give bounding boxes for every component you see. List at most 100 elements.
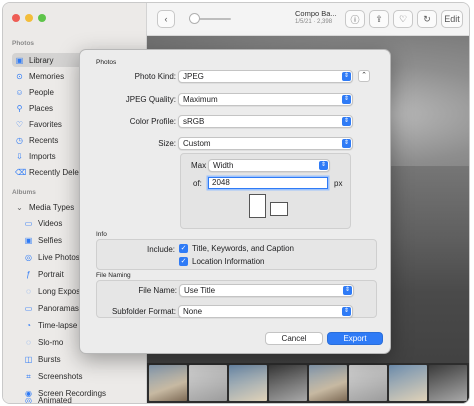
sidebar-item-animated[interactable]: ◎ Animated: [21, 395, 142, 404]
thumbnail[interactable]: [429, 365, 467, 401]
info-button[interactable]: ⓘ: [345, 10, 365, 28]
heart-icon: ♡: [398, 13, 408, 24]
subfolder-format-label: Subfolder Format:: [111, 307, 176, 316]
jpeg-quality-select[interactable]: Maximum ⇕: [178, 93, 353, 106]
photo-kind-label: Photo Kind:: [134, 72, 176, 81]
chevron-updown-icon: ⇕: [342, 139, 351, 148]
burst-icon: ◫: [24, 354, 33, 364]
heart-icon: ♡: [15, 119, 24, 129]
close-window-button[interactable]: [12, 14, 20, 22]
zoom-window-button[interactable]: [38, 14, 46, 22]
zoom-slider-knob[interactable]: [189, 13, 200, 24]
file-name-value: Use Title: [184, 286, 216, 295]
info-icon: ⓘ: [350, 14, 360, 25]
cancel-button[interactable]: Cancel: [265, 332, 323, 345]
chevron-updown-icon: ⇕: [342, 117, 351, 126]
sidebar-item-label: Places: [29, 103, 54, 113]
chevron-up-icon: ⌃: [361, 72, 367, 79]
sidebar-item-label: Panoramas: [38, 303, 79, 313]
thumbnail-strip: [147, 363, 469, 403]
thumbnail[interactable]: [309, 365, 347, 401]
sidebar-item-label: Videos: [38, 218, 63, 228]
max-dimension-value: Width: [213, 161, 234, 170]
import-icon: ⇩: [16, 151, 23, 161]
back-button[interactable]: ‹: [157, 10, 175, 28]
sidebar-item-label: Recents: [29, 135, 59, 145]
checkmark-icon: ✓: [179, 257, 188, 266]
video-icon: ▭: [24, 218, 33, 228]
thumbnail[interactable]: [149, 365, 187, 401]
export-button[interactable]: Export: [327, 332, 383, 345]
sidebar-item-label: People: [29, 87, 54, 97]
thumbnail[interactable]: [269, 365, 307, 401]
minimize-window-button[interactable]: [25, 14, 33, 22]
memories-icon: ⊙: [16, 71, 23, 81]
favorite-button[interactable]: ♡: [393, 10, 413, 28]
sidebar-item-label: Favorites: [29, 119, 62, 129]
portrait-frame-icon: [249, 194, 266, 218]
subfolder-format-select[interactable]: None ⇕: [178, 305, 353, 318]
animated-icon: ◎: [25, 395, 32, 404]
dimension-input[interactable]: 2048: [208, 177, 328, 189]
sidebar-item-label: Animated: [38, 395, 72, 404]
slomo-icon: ◌: [26, 337, 31, 347]
chevron-updown-icon: ⇕: [342, 72, 351, 81]
max-label: Max: [191, 161, 207, 170]
group-label-file-naming: File Naming: [96, 272, 131, 279]
thumbnail[interactable]: [389, 365, 427, 401]
sidebar-item-label: Screenshots: [38, 371, 83, 381]
sidebar-item-label: Live Photos: [38, 252, 80, 262]
include-title-keywords-checkbox[interactable]: ✓ Title, Keywords, and Caption: [179, 244, 294, 253]
sidebar-item-label: Memories: [29, 71, 65, 81]
places-icon: ⚲: [16, 103, 23, 113]
window-controls: [12, 14, 46, 22]
trash-icon: ⌫: [15, 167, 27, 177]
max-dimension-select[interactable]: Width ⇕: [208, 159, 330, 172]
sidebar-item-bursts[interactable]: ◫ Bursts: [21, 352, 142, 366]
chevron-updown-icon: ⇕: [319, 161, 328, 170]
edit-button[interactable]: Edit: [441, 10, 463, 28]
chevron-updown-icon: ⇕: [342, 307, 351, 316]
sidebar-item-label: Bursts: [38, 354, 61, 364]
of-label: of:: [193, 179, 202, 188]
subfolder-format-value: None: [183, 307, 203, 316]
size-select[interactable]: Custom ⇕: [178, 137, 353, 150]
thumbnail[interactable]: [229, 365, 267, 401]
sidebar-item-label: Library: [29, 55, 54, 65]
color-profile-select[interactable]: sRGB ⇕: [178, 115, 353, 128]
live-photo-icon: ◎: [25, 252, 32, 262]
export-dialog: Photos Photo Kind: JPEG ⇕ ⌃ JPEG Quality…: [79, 49, 391, 354]
share-button[interactable]: ⇪: [369, 10, 389, 28]
sidebar-item-label: Slo-mo: [38, 337, 64, 347]
unit-label: px: [334, 179, 343, 188]
color-profile-label: Color Profile:: [129, 117, 176, 126]
sidebar-item-label: Selfies: [38, 235, 63, 245]
portrait-icon: ƒ: [26, 269, 31, 279]
file-name-label: File Name:: [138, 286, 177, 295]
sidebar-item-label: Time-lapse: [38, 320, 78, 330]
photo-kind-select[interactable]: JPEG ⇕: [178, 70, 353, 83]
file-name-select[interactable]: Use Title ⇕: [179, 284, 354, 297]
sidebar-item-label: Imports: [29, 151, 56, 161]
chevron-updown-icon: ⇕: [342, 95, 351, 104]
chevron-down-icon: ⌄: [16, 202, 23, 212]
include-location-checkbox[interactable]: ✓ Location Information: [179, 257, 265, 266]
people-icon: ☺: [15, 87, 24, 97]
landscape-frame-icon: [270, 202, 288, 216]
clock-icon: ◷: [16, 135, 23, 145]
jpeg-quality-value: Maximum: [183, 95, 218, 104]
rotate-button[interactable]: ↻: [417, 10, 437, 28]
sidebar-heading-albums: Albums: [12, 189, 36, 196]
sidebar-item-label: Long Expos: [38, 286, 81, 296]
toolbar: ‹ Compo Ba... 1/5/21 · 2,398 ⓘ ⇪ ♡ ↻ ✧ E…: [147, 3, 469, 36]
thumbnail[interactable]: [349, 365, 387, 401]
thumbnail[interactable]: [189, 365, 227, 401]
chevron-updown-icon: ⇕: [343, 286, 352, 295]
timelapse-icon: ◔: [26, 320, 31, 330]
document-subtitle: 1/5/21 · 2,398: [295, 19, 333, 25]
collapse-button[interactable]: ⌃: [358, 70, 370, 82]
long-exposure-icon: ◌: [26, 286, 31, 296]
chevron-left-icon: ‹: [164, 14, 168, 24]
sidebar-item-screenshots[interactable]: ⌗ Screenshots: [21, 369, 142, 383]
sidebar-item-label: Media Types: [29, 202, 75, 212]
